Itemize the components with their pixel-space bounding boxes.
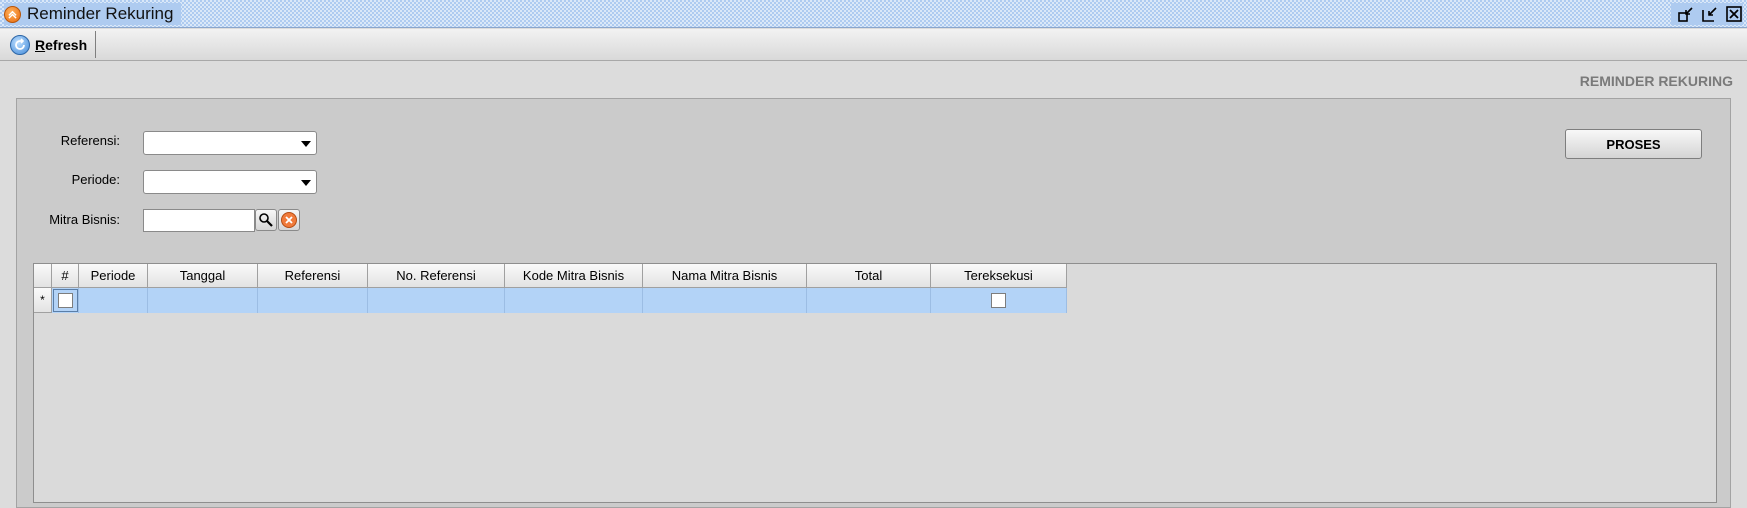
mitra-bisnis-input[interactable] xyxy=(143,209,255,232)
refresh-icon xyxy=(10,34,30,55)
column-header[interactable]: No. Referensi xyxy=(368,264,505,288)
referensi-label: Referensi: xyxy=(60,133,120,148)
mitra-bisnis-label: Mitra Bisnis: xyxy=(49,212,120,227)
no-referensi-cell[interactable] xyxy=(368,288,505,313)
column-header[interactable]: Total xyxy=(807,264,931,288)
row-select-checkbox[interactable] xyxy=(57,293,73,308)
tanggal-cell[interactable] xyxy=(148,288,258,313)
column-header[interactable]: Kode Mitra Bisnis xyxy=(505,264,643,288)
column-header[interactable]: # xyxy=(52,264,79,288)
reminder-table[interactable]: # Periode Tanggal Referensi No. Referens… xyxy=(33,263,1717,503)
tereksekusi-checkbox[interactable] xyxy=(991,293,1006,308)
clear-icon xyxy=(281,212,297,228)
table-header: # Periode Tanggal Referensi No. Referens… xyxy=(34,264,1067,288)
column-header[interactable]: Periode xyxy=(79,264,148,288)
toolbar: Refresh xyxy=(0,29,1747,61)
tereksekusi-cell[interactable] xyxy=(931,288,1067,313)
periode-label: Periode: xyxy=(71,172,120,187)
clear-button[interactable] xyxy=(278,209,300,231)
search-icon xyxy=(259,213,273,227)
form-heading: REMINDER REKURING xyxy=(1579,73,1733,89)
row-header-corner xyxy=(34,264,52,288)
chevron-down-icon xyxy=(301,180,311,186)
new-row-marker: * xyxy=(34,288,52,313)
periode-select[interactable] xyxy=(143,170,317,194)
refresh-label: Refresh xyxy=(35,36,88,53)
table-row[interactable]: * xyxy=(34,288,1067,313)
proses-button[interactable]: PROSES xyxy=(1565,129,1702,159)
window-controls xyxy=(1671,3,1743,25)
window-title: Reminder Rekuring xyxy=(27,4,174,23)
refresh-button[interactable]: Refresh xyxy=(6,31,97,58)
title-group: Reminder Rekuring xyxy=(4,3,182,25)
referensi-cell[interactable] xyxy=(258,288,368,313)
periode-cell[interactable] xyxy=(79,288,148,313)
column-header[interactable]: Tereksekusi xyxy=(931,264,1067,288)
chevron-down-icon xyxy=(301,141,311,147)
close-icon[interactable] xyxy=(1725,5,1743,23)
nama-mitra-cell[interactable] xyxy=(643,288,807,313)
maximize-icon[interactable] xyxy=(1701,5,1719,23)
column-header[interactable]: Tanggal xyxy=(148,264,258,288)
kode-mitra-cell[interactable] xyxy=(505,288,643,313)
referensi-select[interactable] xyxy=(143,131,317,155)
total-cell[interactable] xyxy=(807,288,931,313)
chevron-up-icon[interactable] xyxy=(4,5,21,23)
column-header[interactable]: Referensi xyxy=(258,264,368,288)
window-titlebar[interactable]: Reminder Rekuring xyxy=(0,0,1747,28)
restore-down-icon[interactable] xyxy=(1677,5,1695,23)
select-cell[interactable] xyxy=(52,288,79,313)
search-button[interactable] xyxy=(255,209,277,231)
column-header[interactable]: Nama Mitra Bisnis xyxy=(643,264,807,288)
